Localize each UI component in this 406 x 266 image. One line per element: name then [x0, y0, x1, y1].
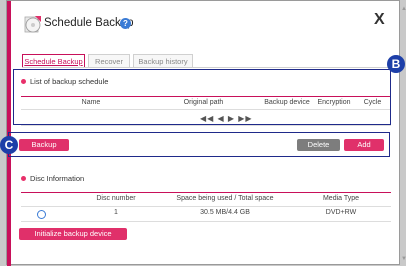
tab-backup-history[interactable]: Backup history	[133, 54, 193, 67]
annotation-marker-c: C	[0, 136, 18, 154]
scroll-up-arrow-icon[interactable]: ▲	[401, 6, 406, 12]
media-type-cell: DVD+RW	[325, 209, 357, 216]
backup-disc-icon	[24, 16, 41, 33]
disc-number-cell: 1	[114, 209, 118, 216]
space-cell: 30.5 MB/4.4 GB	[200, 209, 250, 216]
close-icon[interactable]: X	[374, 11, 385, 29]
annotation-box-c	[8, 132, 390, 157]
disc-table-header: Disc number Space being used / Total spa…	[21, 192, 391, 207]
tab-recover[interactable]: Recover	[88, 54, 130, 67]
annotation-marker-b: B	[387, 55, 405, 73]
bullet-icon	[21, 175, 26, 181]
tab-schedule-backup[interactable]: Schedule Backup	[22, 54, 85, 67]
initialize-backup-device-button[interactable]: Initialize backup device	[19, 228, 127, 240]
col-space: Space being used / Total space	[176, 195, 274, 202]
col-disc-number: Disc number	[96, 195, 136, 202]
disc-info-heading: Disc Information	[21, 174, 84, 183]
disc-info-title: Disc Information	[30, 174, 85, 183]
list-bottom-divider	[21, 125, 391, 126]
scroll-down-arrow-icon[interactable]: ▼	[401, 256, 406, 262]
col-media-type: Media Type	[322, 195, 360, 202]
disc-row-divider	[21, 221, 391, 222]
disc-select-radio[interactable]	[37, 210, 46, 219]
help-icon[interactable]: ?	[120, 18, 131, 29]
annotation-box-b	[13, 69, 391, 125]
tab-divider	[22, 67, 392, 68]
